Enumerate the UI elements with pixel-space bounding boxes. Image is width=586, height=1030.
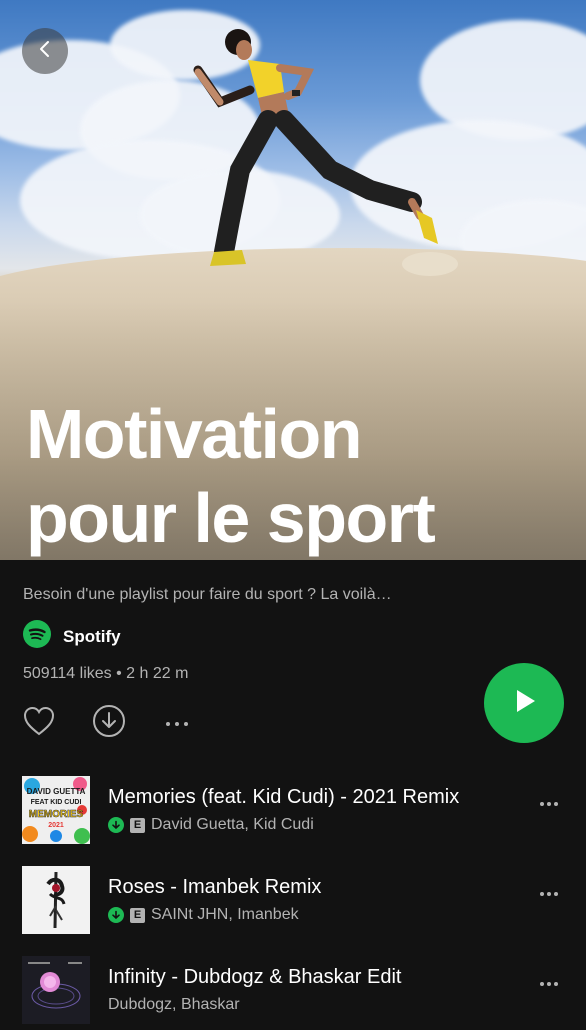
owner-name: Spotify — [63, 626, 121, 646]
track-subtitle: E SAINt JHN, Imanbek — [108, 906, 299, 924]
playlist-title: Motivation pour le sport — [26, 392, 566, 560]
back-button[interactable] — [22, 28, 68, 74]
track-subtitle: E David Guetta, Kid Cudi — [108, 816, 314, 834]
play-icon — [509, 686, 539, 721]
more-options-icon[interactable] — [540, 802, 558, 806]
cover-year: 2021 — [48, 822, 64, 829]
track-artists: SAINt JHN, Imanbek — [151, 906, 299, 923]
track-artists: David Guetta, Kid Cudi — [151, 816, 314, 833]
album-cover — [22, 866, 90, 934]
track-row[interactable]: Infinity - Dubdogz & Bhaskar Edit Dubdog… — [0, 950, 586, 1030]
playlist-cover-image: Motivation pour le sport — [0, 0, 586, 560]
spotify-logo-icon — [23, 620, 51, 653]
more-options-icon[interactable] — [540, 982, 558, 986]
playlist-title-line2: pour le sport — [26, 479, 436, 557]
play-button[interactable] — [484, 663, 564, 743]
download-icon[interactable] — [92, 704, 126, 743]
heart-icon[interactable] — [22, 705, 56, 742]
track-artists: Dubdogz, Bhaskar — [108, 996, 240, 1013]
track-title: Roses - Imanbek Remix — [108, 876, 322, 898]
album-cover — [22, 956, 90, 1024]
track-title: Memories (feat. Kid Cudi) - 2021 Remix — [108, 786, 460, 808]
playlist-description: Besoin d'une playlist pour faire du spor… — [23, 586, 392, 603]
runner-illustration — [193, 29, 458, 276]
chevron-left-icon — [36, 40, 54, 63]
downloaded-icon — [108, 817, 124, 833]
explicit-badge: E — [130, 817, 145, 833]
more-options-icon[interactable] — [166, 721, 188, 726]
explicit-badge: E — [130, 907, 145, 923]
more-options-icon[interactable] — [540, 892, 558, 896]
cover-title: MEMORIES — [29, 809, 84, 820]
cover-artist: DAVID GUETTA — [27, 787, 86, 796]
playlist-meta: 509114 likes • 2 h 22 m — [23, 665, 189, 682]
track-row[interactable]: Roses - Imanbek Remix E SAINt JHN, Imanb… — [0, 860, 586, 940]
playlist-owner[interactable]: Spotify — [23, 620, 121, 653]
playlist-actions — [22, 704, 188, 743]
album-cover: DAVID GUETTA FEAT KID CUDI MEMORIES 2021 — [22, 776, 90, 844]
cover-feat: FEAT KID CUDI — [31, 799, 82, 806]
playlist-title-line1: Motivation — [26, 395, 362, 473]
track-subtitle: Dubdogz, Bhaskar — [108, 996, 240, 1014]
downloaded-icon — [108, 907, 124, 923]
track-title: Infinity - Dubdogz & Bhaskar Edit — [108, 966, 402, 988]
track-row[interactable]: DAVID GUETTA FEAT KID CUDI MEMORIES 2021… — [0, 770, 586, 850]
